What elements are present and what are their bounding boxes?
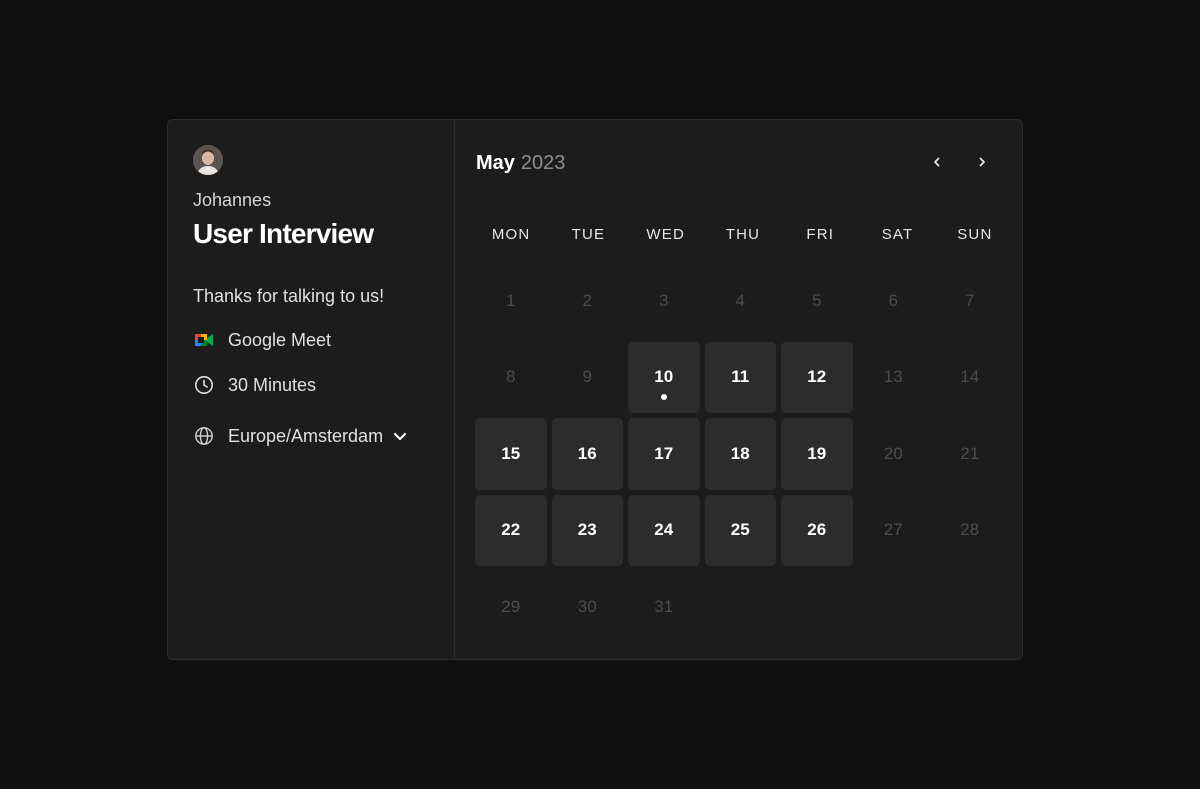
calendar-day-unavailable: 29: [475, 571, 547, 643]
calendar-day-number: 25: [730, 520, 750, 540]
calendar-day-number: 4: [735, 290, 745, 310]
timezone-selector[interactable]: Europe/Amsterdam: [193, 425, 408, 447]
chevron-left-icon: [931, 155, 943, 173]
calendar-day-available[interactable]: 18: [704, 418, 776, 490]
calendar-day-available[interactable]: 11: [704, 341, 776, 413]
calendar-day-unavailable: 5: [781, 265, 853, 337]
calendar-day-number: 17: [654, 443, 674, 463]
booking-card: Johannes User Interview Thanks for talki…: [167, 119, 1023, 660]
next-month-button[interactable]: [968, 150, 996, 178]
calendar-day-number: 11: [731, 367, 750, 387]
year-label: 2023: [520, 152, 566, 174]
calendar-day-number: 1: [506, 290, 516, 310]
calendar-day-unavailable: 8: [475, 342, 547, 414]
calendar-day-available[interactable]: 26: [781, 494, 853, 566]
calendar-day-available[interactable]: 17: [628, 418, 700, 490]
calendar-day-number: 5: [812, 290, 822, 310]
calendar-day-number: 6: [888, 290, 898, 310]
calendar-day-number: 8: [506, 367, 516, 387]
calendar-day-unavailable: 2: [552, 265, 624, 337]
avatar: [193, 145, 223, 175]
calendar-day-available[interactable]: 12: [781, 341, 853, 413]
calendar-day-unavailable: 7: [934, 265, 1006, 337]
calendar-day-available[interactable]: 23: [551, 494, 623, 566]
calendar-day-number: 22: [501, 520, 521, 540]
calendar-day-unavailable: 28: [934, 495, 1006, 567]
event-title: User Interview: [193, 218, 374, 249]
calendar-day-number: 28: [960, 520, 980, 540]
calendar-day-number: 10: [654, 367, 674, 387]
calendar-day-number: 14: [960, 367, 980, 387]
weekday-label: TUE: [571, 226, 606, 243]
chevron-right-icon: [976, 155, 988, 173]
calendar-day-unavailable: 31: [628, 571, 700, 643]
calendar-day-number: 19: [807, 443, 827, 463]
calendar-panel: May 2023 MON TUE WED THU FRI SAT SUN 1 2…: [455, 120, 1022, 659]
clock-icon: [193, 374, 215, 396]
calendar-day-number: 7: [965, 290, 975, 310]
event-duration: 30 Minutes: [193, 374, 316, 396]
calendar-day-unavailable: 6: [858, 265, 930, 337]
event-info-panel: Johannes User Interview Thanks for talki…: [168, 120, 455, 659]
event-description: Thanks for talking to us!: [193, 286, 385, 306]
calendar-day-unavailable: 27: [858, 495, 930, 567]
calendar-day-number: 24: [654, 520, 674, 540]
calendar-day-number: 26: [807, 520, 827, 540]
calendar-day-number: 15: [501, 443, 521, 463]
calendar-day-available[interactable]: 22: [475, 494, 547, 566]
calendar-day-number: 13: [883, 367, 903, 387]
calendar-day-available[interactable]: 15: [475, 418, 547, 490]
event-duration-label: 30 Minutes: [228, 374, 317, 395]
calendar-day-number: 3: [659, 290, 669, 310]
avatar-image: [193, 145, 223, 175]
calendar-day-number: 20: [883, 443, 903, 463]
calendar-day-unavailable: 21: [934, 418, 1006, 490]
month-heading: May 2023: [476, 152, 565, 175]
host-name: Johannes: [193, 190, 272, 210]
calendar-day-number: 18: [730, 443, 750, 463]
weekday-label: MON: [491, 226, 531, 243]
google-meet-icon: [193, 329, 215, 351]
calendar-day-unavailable: 20: [858, 418, 930, 490]
calendar-day-unavailable: 30: [552, 571, 624, 643]
calendar-day-unavailable: 13: [858, 342, 930, 414]
calendar-day-number: 21: [960, 443, 980, 463]
calendar-day-number: 27: [883, 520, 903, 540]
calendar-day-available[interactable]: 16: [551, 418, 623, 490]
weekday-label: SAT: [881, 226, 914, 243]
chevron-down-icon[interactable]: [392, 428, 408, 444]
weekday-label: FRI: [806, 226, 835, 243]
weekday-header: MON TUE WED THU FRI SAT SUN: [475, 226, 1011, 243]
calendar-day-available[interactable]: 10: [628, 341, 700, 413]
calendar-day-unavailable: 3: [628, 265, 700, 337]
today-indicator-dot: [660, 394, 667, 400]
month-name: May: [476, 152, 515, 174]
calendar-day-unavailable: 1: [475, 265, 547, 337]
calendar-day-unavailable: 14: [934, 342, 1006, 414]
event-location-label: Google Meet: [228, 329, 332, 350]
calendar-day-number: 30: [577, 596, 597, 616]
calendar-day-number: 29: [501, 596, 521, 616]
calendar-day-number: 2: [582, 290, 592, 310]
calendar-day-number: 9: [582, 367, 592, 387]
weekday-label: THU: [725, 226, 761, 243]
calendar-day-unavailable: 4: [705, 265, 777, 337]
calendar-day-available[interactable]: 19: [781, 418, 853, 490]
previous-month-button[interactable]: [923, 150, 951, 178]
calendar-day-number: 31: [654, 596, 674, 616]
globe-icon: [193, 425, 215, 447]
event-location: Google Meet: [193, 329, 331, 351]
calendar-day-unavailable: 9: [552, 342, 624, 414]
timezone-label: Europe/Amsterdam: [228, 425, 384, 446]
calendar-day-grid: 1 2 3 4 5 6 7 8 9 10 11 12 13 14 15 16 17 18 19 20 21 22 23 24 2…: [475, 265, 1011, 643]
weekday-label: WED: [646, 226, 685, 243]
calendar-day-number: 23: [577, 520, 597, 540]
calendar-day-available[interactable]: 25: [704, 494, 776, 566]
calendar-day-available[interactable]: 24: [628, 494, 700, 566]
calendar-day-number: 16: [577, 443, 597, 463]
calendar-day-number: 12: [807, 367, 827, 387]
weekday-label: SUN: [957, 226, 993, 243]
